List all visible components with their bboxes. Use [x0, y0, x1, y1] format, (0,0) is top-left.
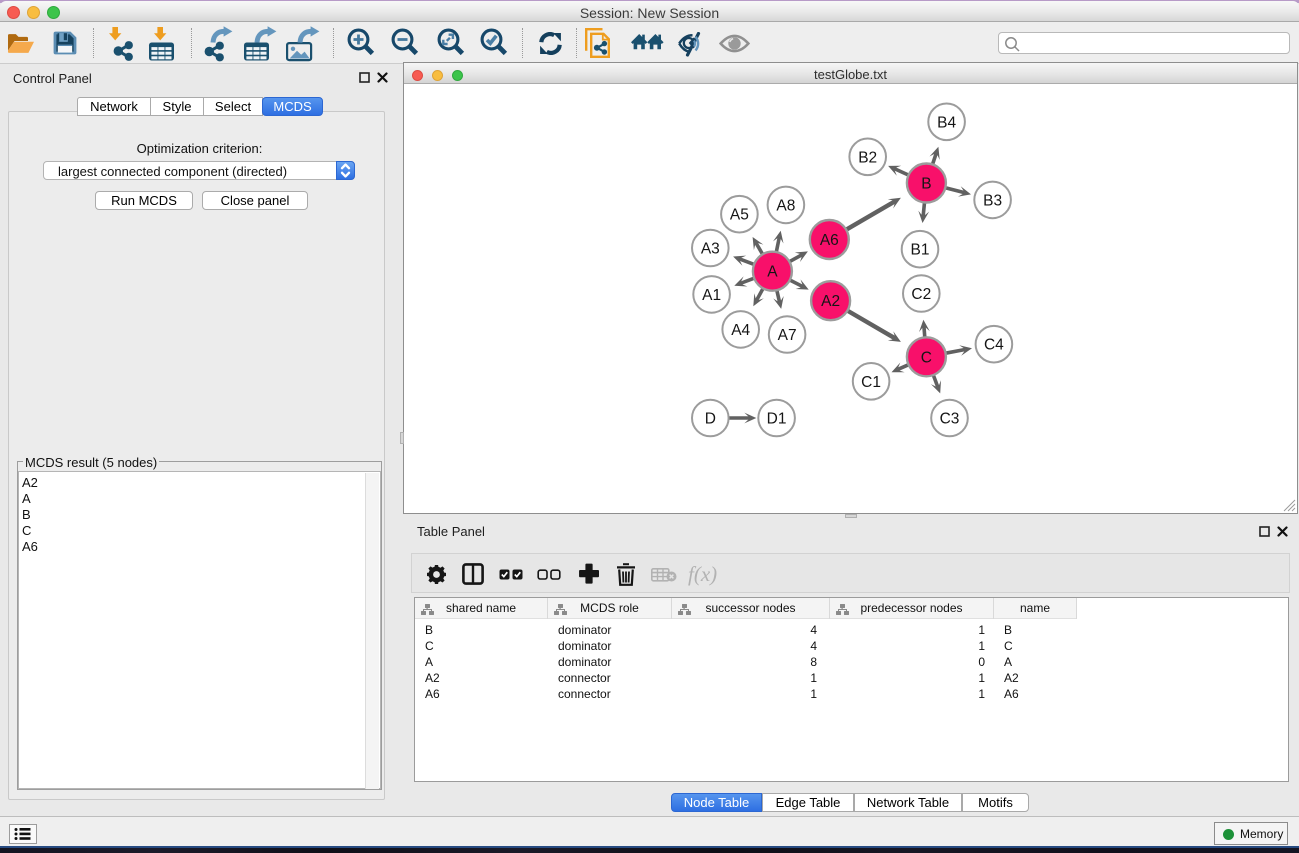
svg-text:A5: A5	[730, 207, 749, 224]
svg-text:B4: B4	[937, 114, 956, 131]
svg-text:B: B	[921, 176, 931, 193]
svg-text:B2: B2	[858, 149, 877, 166]
svg-text:C1: C1	[861, 374, 881, 391]
svg-text:B3: B3	[983, 192, 1002, 209]
svg-text:C3: C3	[940, 411, 960, 428]
svg-text:A8: A8	[776, 197, 795, 214]
svg-text:B1: B1	[911, 242, 930, 259]
svg-text:C4: C4	[984, 337, 1004, 354]
svg-text:D1: D1	[767, 411, 787, 428]
svg-text:D: D	[705, 411, 716, 428]
svg-text:A1: A1	[702, 287, 721, 304]
svg-text:A3: A3	[701, 241, 720, 258]
svg-text:C2: C2	[911, 286, 931, 303]
svg-text:A4: A4	[731, 322, 750, 339]
svg-text:A2: A2	[821, 293, 840, 310]
svg-text:C: C	[921, 349, 932, 366]
svg-text:A6: A6	[820, 232, 839, 249]
svg-text:A: A	[767, 264, 778, 281]
svg-text:A7: A7	[778, 327, 797, 344]
